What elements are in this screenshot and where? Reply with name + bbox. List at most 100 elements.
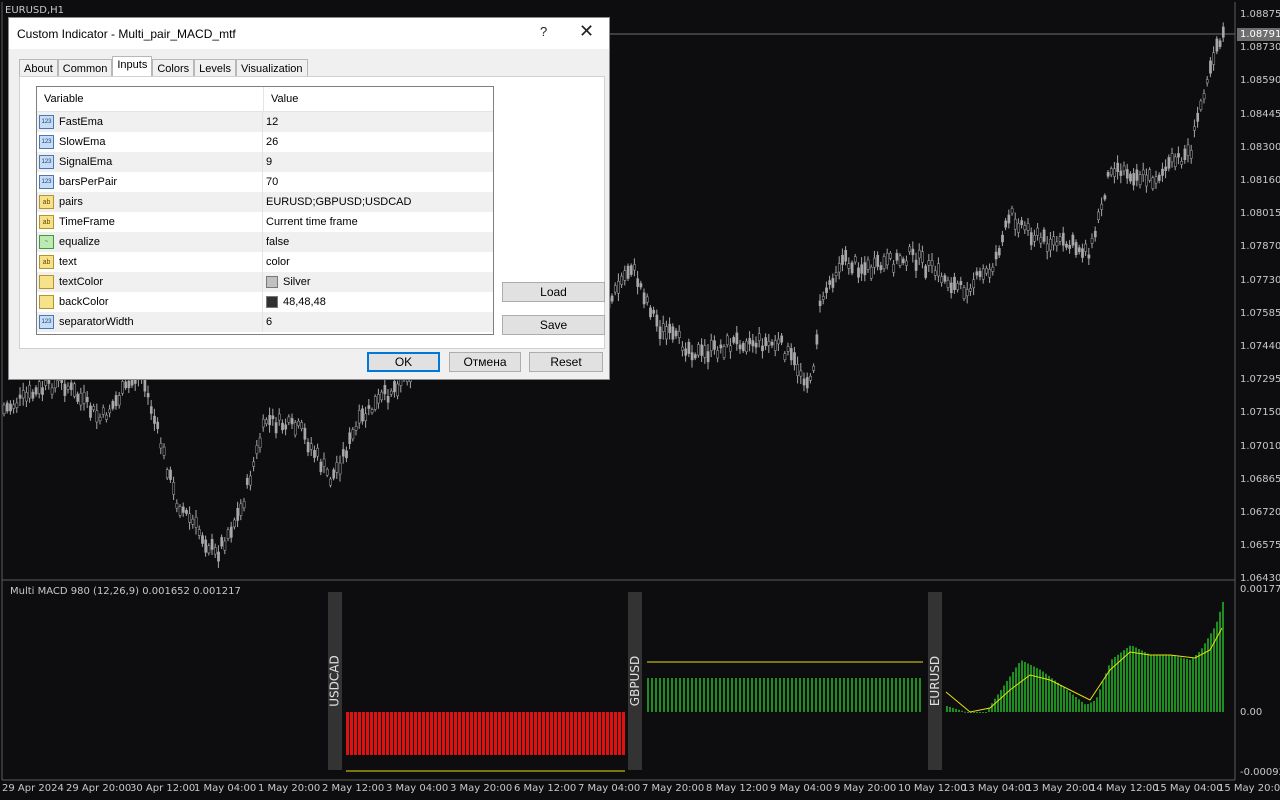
macd-bar-positive [1123, 650, 1125, 712]
param-value-cell[interactable]: 48,48,48 [263, 292, 326, 312]
header-value[interactable]: Value [264, 87, 298, 111]
ok-button[interactable]: OK [367, 352, 440, 372]
table-row[interactable]: 123 SignalEma 9 [37, 152, 493, 172]
cancel-button[interactable]: Отмена [449, 352, 521, 372]
macd-bar-positive [991, 703, 993, 712]
candle-body [997, 248, 1001, 256]
param-value-cell[interactable]: 12 [263, 112, 278, 132]
save-button[interactable]: Save [502, 315, 605, 335]
tab-levels[interactable]: Levels [194, 59, 236, 76]
tab-about[interactable]: About [19, 59, 58, 76]
help-icon[interactable]: ? [540, 24, 547, 39]
param-name: SignalEma [59, 156, 113, 168]
candle-body [860, 264, 864, 274]
candle-body [389, 390, 393, 395]
candle-body [729, 345, 732, 352]
param-name-cell[interactable]: ab pairs [37, 192, 263, 212]
tab-common[interactable]: Common [57, 59, 113, 76]
tab-colors[interactable]: Colors [152, 59, 195, 76]
candle-body [671, 326, 675, 340]
param-name-cell[interactable]: 123 SlowEma [37, 132, 263, 152]
table-row[interactable]: ab pairs EURUSD;GBPUSD;USDCAD [37, 192, 493, 212]
load-button[interactable]: Load [502, 282, 605, 302]
string-type-icon: ab [39, 195, 54, 209]
macd-bar-positive [879, 678, 881, 712]
header-variable[interactable]: Variable [37, 87, 264, 111]
macd-bar-positive [1012, 672, 1014, 712]
candle-body [850, 262, 854, 274]
macd-bar-positive [1090, 702, 1092, 712]
macd-bar-positive [961, 710, 963, 712]
candle-body [111, 401, 115, 409]
candle-body [1042, 229, 1046, 242]
close-icon[interactable]: ✕ [579, 21, 594, 42]
candle-body [85, 397, 89, 403]
candle-body [1052, 236, 1056, 246]
table-row[interactable]: 123 separatorWidth 6 [37, 312, 493, 332]
macd-bar-positive [1099, 689, 1101, 712]
macd-bar-positive [1168, 655, 1170, 712]
param-value-cell[interactable]: 26 [263, 132, 278, 152]
macd-bar-negative [418, 712, 421, 755]
reset-button[interactable]: Reset [529, 352, 603, 372]
candle-body [303, 427, 307, 440]
table-row[interactable]: textColor Silver [37, 272, 493, 292]
candle-body [105, 414, 108, 420]
candle-body [943, 275, 947, 282]
candle-body [921, 251, 924, 263]
candle-body [28, 384, 32, 399]
price-tick-label: 1.07010 [1240, 440, 1280, 452]
dialog-titlebar[interactable]: Custom Indicator - Multi_pair_MACD_mtf ?… [9, 18, 609, 49]
candle-body [620, 275, 624, 285]
param-name-cell[interactable]: backColor [37, 292, 263, 312]
macd-bar-positive [695, 678, 697, 712]
macd-bar-positive [771, 678, 773, 712]
table-row[interactable]: 123 FastEma 12 [37, 112, 493, 132]
param-name-cell[interactable]: ab TimeFrame [37, 212, 263, 232]
candle-body [41, 387, 44, 395]
macd-bar-positive [659, 678, 661, 712]
param-value-cell[interactable]: 6 [263, 312, 272, 332]
bool-type-icon: ~ [39, 235, 54, 249]
table-row[interactable]: backColor 48,48,48 [37, 292, 493, 312]
param-value-cell[interactable]: 9 [263, 152, 272, 172]
macd-bar-negative [390, 712, 393, 755]
candle-body [930, 260, 934, 267]
macd-bar-positive [1006, 681, 1008, 712]
tab-inputs[interactable]: Inputs [112, 56, 153, 77]
param-name-cell[interactable]: 123 separatorWidth [37, 312, 263, 332]
candle-body [892, 263, 896, 273]
param-value-cell[interactable]: Silver [263, 272, 311, 292]
param-name-cell[interactable]: 123 barsPerPair [37, 172, 263, 192]
table-row[interactable]: ab text color [37, 252, 493, 272]
macd-bar-negative [570, 712, 573, 755]
macd-bar-negative [370, 712, 373, 755]
candle-body [863, 262, 867, 276]
param-name-cell[interactable]: textColor [37, 272, 263, 292]
candle-body [223, 540, 227, 551]
param-name-cell[interactable]: 123 FastEma [37, 112, 263, 132]
table-row[interactable]: ~ equalize false [37, 232, 493, 252]
param-name-cell[interactable]: ab text [37, 252, 263, 272]
candle-body [834, 272, 838, 276]
candle-body [44, 380, 48, 386]
param-value-cell[interactable]: color [263, 252, 290, 272]
table-row[interactable]: 123 SlowEma 26 [37, 132, 493, 152]
tab-visualization[interactable]: Visualization [235, 59, 308, 76]
table-row[interactable]: 123 barsPerPair 70 [37, 172, 493, 192]
param-value-cell[interactable]: Current time frame [263, 212, 358, 232]
param-value-cell[interactable]: false [263, 232, 289, 252]
candle-body [1049, 238, 1052, 251]
param-name-cell[interactable]: ~ equalize [37, 232, 263, 252]
color-type-icon [39, 275, 54, 289]
candle-body [1132, 173, 1136, 186]
param-value-cell[interactable]: EURUSD;GBPUSD;USDCAD [263, 192, 411, 212]
param-value: EURUSD;GBPUSD;USDCAD [266, 196, 412, 208]
table-row[interactable]: ab TimeFrame Current time frame [37, 212, 493, 232]
candle-body [741, 342, 745, 352]
macd-bar-positive [691, 678, 693, 712]
param-value-cell[interactable]: 70 [263, 172, 278, 192]
candle-body [15, 402, 19, 408]
macd-bar-positive [723, 678, 725, 712]
param-name-cell[interactable]: 123 SignalEma [37, 152, 263, 172]
